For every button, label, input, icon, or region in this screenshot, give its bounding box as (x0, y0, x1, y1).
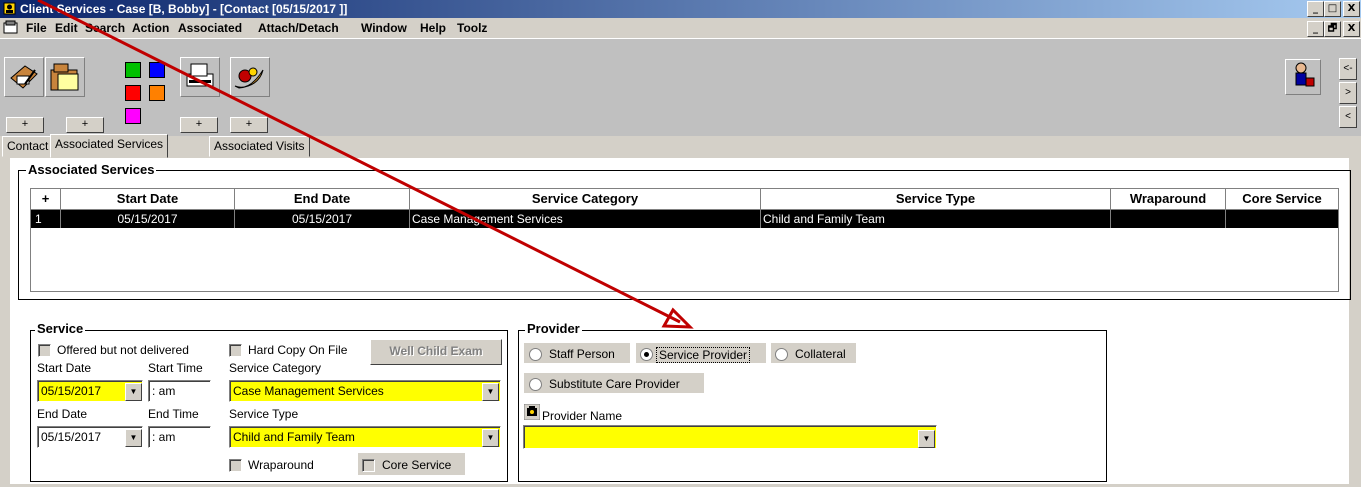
tab-associated-services[interactable]: Associated Services (50, 134, 169, 158)
annotation-arrow-icon (37, 0, 694, 329)
